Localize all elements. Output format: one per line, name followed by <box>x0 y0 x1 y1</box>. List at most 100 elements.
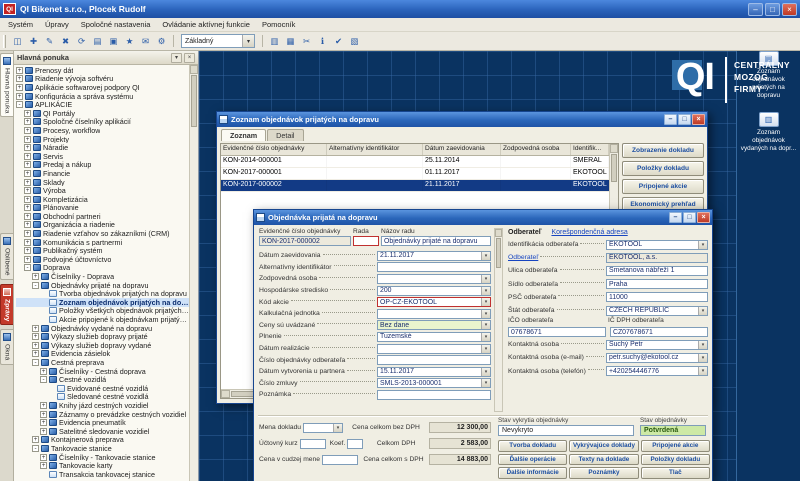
expand-toggle-icon[interactable]: + <box>24 118 31 125</box>
expand-toggle-icon[interactable]: + <box>24 239 31 246</box>
panel-close-icon[interactable]: × <box>184 53 195 63</box>
expand-toggle-icon[interactable]: + <box>24 196 31 203</box>
tree-item[interactable]: + Satelitné sledovanie vozidiel <box>16 427 189 436</box>
toolbar-icon[interactable]: ✖ <box>58 34 73 49</box>
tree-item[interactable]: Tvorba objednávok prijatých na dopravu <box>16 289 189 298</box>
ico-field[interactable]: 07678671 <box>508 327 606 337</box>
form-field[interactable]: petr.suchy@ekotool.cz <box>606 353 708 363</box>
tree-item[interactable]: + Objednávky vydané na dopravu <box>16 324 189 333</box>
tree-item[interactable]: + Výkazy služieb dopravy prijaté <box>16 332 189 341</box>
maximize-icon[interactable]: □ <box>678 114 691 125</box>
expand-toggle-icon[interactable]: + <box>40 428 47 435</box>
table-header-cell[interactable]: Zodpovedná osoba <box>501 144 571 155</box>
tree-item[interactable]: Akcie pripojené k objednávkam prijatým n… <box>16 315 189 324</box>
tree-item[interactable]: + Číselníky - Doprava <box>16 272 189 281</box>
expand-toggle-icon[interactable]: + <box>32 325 39 332</box>
expand-toggle-icon[interactable]: + <box>24 247 31 254</box>
expand-toggle-icon[interactable]: + <box>24 127 31 134</box>
side-tab[interactable]: Oblíbené <box>0 233 13 280</box>
action-button[interactable]: Položky dokladu <box>622 161 704 176</box>
menu-item[interactable]: Pomocník <box>256 19 301 30</box>
expand-toggle-icon[interactable]: + <box>16 93 23 100</box>
tree-item[interactable]: Položky všetkých objednávok prijatých na… <box>16 307 189 316</box>
form-field[interactable]: OP-CZ-EKOTOOL <box>377 297 491 307</box>
action-button[interactable]: Položky dokladu <box>641 454 710 466</box>
toolbar-icon[interactable]: ▤ <box>90 34 105 49</box>
table-header-cell[interactable]: Evidenčné číslo objednávky <box>221 144 327 155</box>
menu-item[interactable]: Úpravy <box>39 19 75 30</box>
expand-toggle-icon[interactable]: - <box>40 376 47 383</box>
expand-toggle-icon[interactable]: + <box>24 170 31 177</box>
tree-item[interactable]: + Evidencia pneumatík <box>16 418 189 427</box>
tree-item[interactable]: + Predaj a nákup <box>16 161 189 170</box>
form-field[interactable]: Praha <box>606 279 708 289</box>
close-icon[interactable]: × <box>697 212 710 223</box>
tree-item[interactable]: + Knihy jázd cestných vozidiel <box>16 401 189 410</box>
exchange-rate-field[interactable] <box>300 439 326 449</box>
maximize-icon[interactable]: □ <box>683 212 696 223</box>
expand-toggle-icon[interactable]: + <box>40 462 47 469</box>
side-tab[interactable]: Zprávy <box>0 284 13 325</box>
tab[interactable]: Detail <box>267 129 303 141</box>
tree-item[interactable]: - Doprava <box>16 264 189 273</box>
tree-item[interactable]: + Plánovanie <box>16 204 189 213</box>
toolbar-icon[interactable]: ✉ <box>138 34 153 49</box>
toolbar-icon[interactable]: ⚙ <box>154 34 169 49</box>
tree-item[interactable]: + Riadenie vývoja softvéru <box>16 75 189 84</box>
dock-shortcut-button[interactable]: ▥ Zoznam objednávok vydaných na dopr... <box>740 112 797 153</box>
expand-toggle-icon[interactable]: - <box>16 101 23 108</box>
tree-item[interactable]: + Prenosy dát <box>16 66 189 75</box>
action-button[interactable]: Zobrazenie dokladu <box>622 143 704 158</box>
toolbar-icon[interactable]: ✚ <box>26 34 41 49</box>
expand-toggle-icon[interactable]: + <box>24 204 31 211</box>
expand-toggle-icon[interactable]: + <box>24 179 31 186</box>
minimize-icon[interactable]: – <box>669 212 682 223</box>
expand-toggle-icon[interactable]: + <box>32 273 39 280</box>
expand-toggle-icon[interactable]: + <box>32 342 39 349</box>
tree-item[interactable]: Transakcia tankovacej stanice <box>16 470 189 479</box>
tree-item[interactable]: + Záznamy o prevádzke cestných vozidiel <box>16 410 189 419</box>
minimize-icon[interactable]: – <box>664 114 677 125</box>
tree-item[interactable]: - Tankovacie stanice <box>16 444 189 453</box>
toolbar-icon[interactable]: ▣ <box>106 34 121 49</box>
tree-item[interactable]: + Publikačný systém <box>16 246 189 255</box>
action-button[interactable]: Ďalšie operácie <box>498 454 567 466</box>
tree-item[interactable]: - Objednávky prijaté na dopravu <box>16 281 189 290</box>
toolbar-icon[interactable]: ⟳ <box>74 34 89 49</box>
expand-toggle-icon[interactable]: + <box>24 136 31 143</box>
table-row[interactable]: KON-2017-000001 01.11.2017 EKOTOOL <box>221 168 609 180</box>
tree-item[interactable]: + Evidencia zásielok <box>16 350 189 359</box>
side-tab[interactable]: Hlavná ponuka <box>0 53 13 117</box>
action-button[interactable]: Pripojené akcie <box>622 179 704 194</box>
form-field[interactable]: EKOTOOL, a.s. <box>606 253 708 263</box>
order-status-field[interactable]: Potvrdená <box>640 425 706 436</box>
table-row[interactable]: KON-2017-000002 21.11.2017 EKOTOOL <box>221 180 609 192</box>
table-header-cell[interactable]: Dátum zaevidovania <box>423 144 501 155</box>
form-field[interactable] <box>377 344 491 354</box>
order-number-field[interactable]: KON-2017-000002 <box>259 236 351 246</box>
tree-item[interactable]: - Cestné vozidlá <box>16 375 189 384</box>
tree-item[interactable]: + Výkazy služieb dopravy vydané <box>16 341 189 350</box>
series-name-field[interactable]: Objednávky prijaté na dopravu <box>381 236 491 246</box>
form-field[interactable] <box>377 274 491 284</box>
tree-item[interactable]: Zoznam objednávok prijatých na dopravu <box>16 298 189 307</box>
form-field[interactable]: Smetanova nábřeží 1 <box>606 266 708 276</box>
toolbar-icon[interactable]: ▥ <box>267 34 282 49</box>
tree-item[interactable]: + Podvojné účtovníctvo <box>16 255 189 264</box>
expand-toggle-icon[interactable]: + <box>24 110 31 117</box>
form-field[interactable] <box>377 390 491 400</box>
customer-tab[interactable]: Odberateľ <box>508 229 541 236</box>
tree-item[interactable]: + Konfigurácia a správa systému <box>16 92 189 101</box>
tree-item[interactable]: + Obchodní partneri <box>16 212 189 221</box>
expand-toggle-icon[interactable]: + <box>40 411 47 418</box>
expand-toggle-icon[interactable]: - <box>32 282 39 289</box>
form-field[interactable] <box>377 355 491 365</box>
tree-item[interactable]: + Výroba <box>16 186 189 195</box>
action-button[interactable]: Poznámky <box>569 467 638 479</box>
expand-toggle-icon[interactable]: + <box>40 368 47 375</box>
expand-toggle-icon[interactable]: + <box>24 161 31 168</box>
tab[interactable]: Zoznam <box>221 129 266 141</box>
expand-toggle-icon[interactable]: + <box>40 402 47 409</box>
action-button[interactable]: Tlač <box>641 467 710 479</box>
table-header-cell[interactable]: Alternatívny identifikátor <box>327 144 423 155</box>
